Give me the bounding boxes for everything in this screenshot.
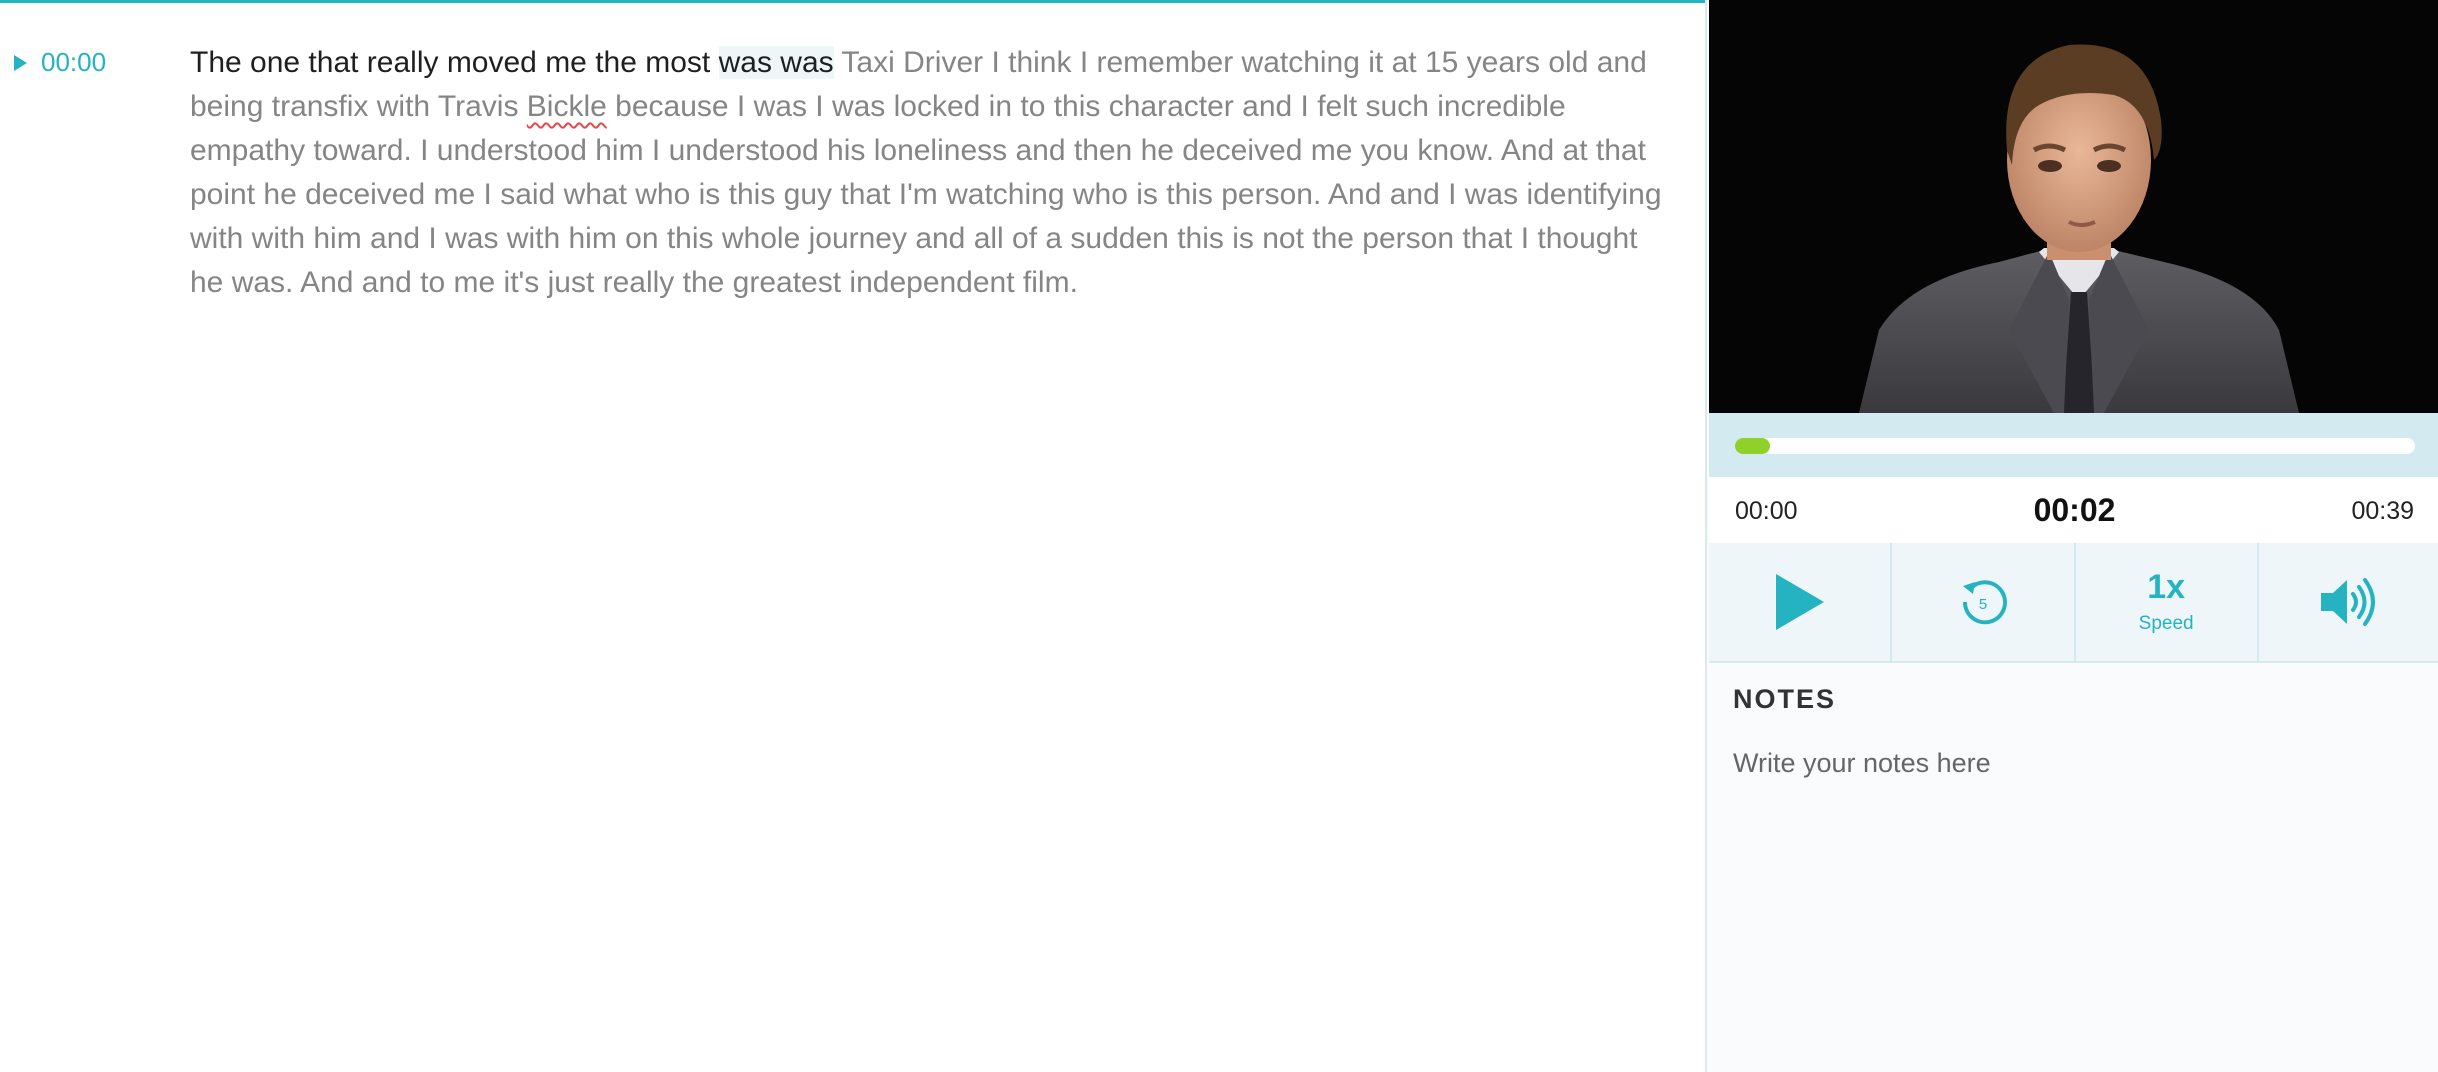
- notes-heading: NOTES: [1733, 684, 1837, 714]
- play-icon: [1775, 574, 1824, 630]
- speed-label: Speed: [2138, 613, 2194, 634]
- video-frame: [1709, 0, 2438, 413]
- end-time: 00:39: [2351, 497, 2414, 525]
- progress-track[interactable]: [1735, 438, 2415, 454]
- rewind-5-button[interactable]: 5: [1892, 543, 2076, 661]
- video-player[interactable]: [1709, 0, 2438, 413]
- misspelled-word[interactable]: Bickle: [527, 90, 607, 123]
- transcript-pane: 00:00 The one that really moved me the m…: [0, 0, 1705, 1072]
- time-display: 00:00 00:02 00:39: [1709, 477, 2438, 545]
- play-small-icon: [14, 54, 27, 71]
- volume-icon: [2321, 578, 2376, 626]
- rewind-seconds-label: 5: [1979, 596, 1987, 613]
- speed-value: 1x: [2147, 568, 2186, 606]
- play-button[interactable]: [1709, 543, 1893, 661]
- rewind-5-icon: 5: [1962, 580, 2007, 625]
- volume-button[interactable]: [2258, 543, 2438, 661]
- notes-input[interactable]: [1733, 748, 2413, 1048]
- player-controls: 5 1x Speed: [1709, 543, 2438, 663]
- spoken-words[interactable]: The one that really moved me the most: [190, 46, 719, 79]
- transcript-paragraph[interactable]: The one that really moved me the most wa…: [190, 41, 1665, 305]
- current-words[interactable]: was was: [718, 46, 834, 79]
- speed-button[interactable]: 1x Speed: [2075, 543, 2259, 661]
- media-panel: 00:00 00:02 00:39 5 1x Speed NOTES Write…: [1705, 0, 2438, 1072]
- progress-fill: [1735, 438, 1770, 454]
- current-time: 00:02: [2033, 492, 2116, 528]
- progress-area: [1709, 413, 2438, 477]
- timestamp-label: 00:00: [41, 47, 107, 77]
- timestamp-link[interactable]: 00:00: [14, 47, 106, 78]
